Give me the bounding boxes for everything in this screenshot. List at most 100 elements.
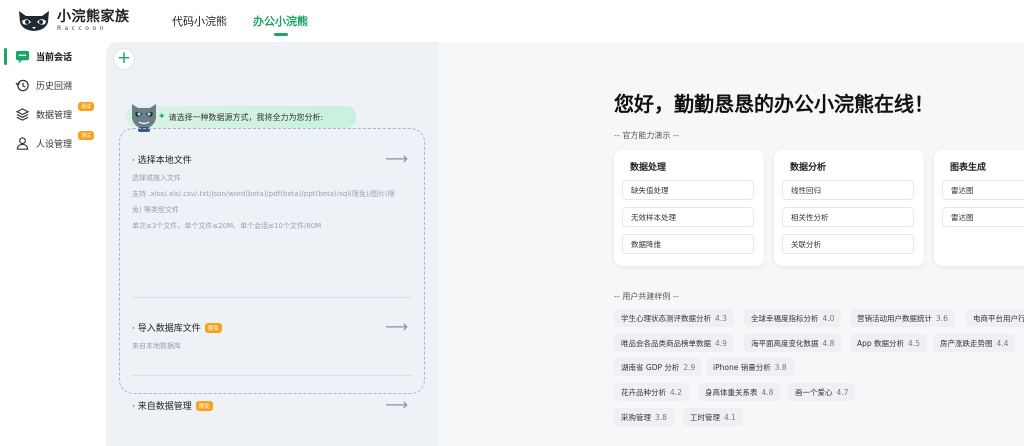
example-chip[interactable]: 唯品会各品类商品榜单数据 4.9: [614, 334, 734, 352]
example-chip[interactable]: 花卉品种分析 4.2: [614, 383, 689, 401]
option-title: · 导入数据库文件: [132, 324, 201, 334]
welcome-panel: 您好，勤勤恳恳的办公小浣熊在线！ -- 官方能力演示 -- 数据处理 缺失值处理…: [438, 42, 1024, 446]
layers-icon: [14, 107, 30, 123]
app-title: 小浣熊家族: [57, 9, 130, 25]
capability-item[interactable]: 雷达图: [942, 180, 1024, 200]
sidebar-item-data-management[interactable]: 数据管理 测试: [0, 100, 106, 129]
capability-item[interactable]: 数据降维: [622, 234, 754, 254]
option-desc-line: 支持 .xlsx/.xls/.csv/.txt/json/word(beta)/…: [132, 190, 395, 214]
arrow-right-icon: ⟶: [385, 395, 408, 414]
sidebar-item-label: 数据管理: [36, 111, 73, 121]
capability-item[interactable]: 关联分析: [782, 234, 914, 254]
example-score: 3.8: [655, 412, 667, 422]
example-label: 海平面高度变化数据: [751, 338, 819, 348]
example-label: 画一个爱心: [795, 387, 833, 397]
example-label: App 数据分析: [857, 338, 905, 348]
example-chip[interactable]: 全球幸福度指标分析 4.0: [744, 309, 842, 327]
example-label: 学生心理状态测评数据分析: [621, 313, 711, 323]
capability-card-chart-generation: 图表生成 雷达图 雷达图: [934, 150, 1024, 266]
arrow-right-icon: ⟶: [385, 317, 408, 336]
community-examples-label: -- 用户共建样例 --: [614, 292, 679, 301]
example-score: 4.4: [996, 338, 1009, 348]
option-data-management[interactable]: · 来自数据管理 限免 ⟶: [120, 395, 424, 414]
capability-item[interactable]: 相关性分析: [782, 207, 914, 227]
greeting-title: 您好，勤勤恳恳的办公小浣熊在线！: [614, 92, 934, 116]
capability-item[interactable]: 线性回归: [782, 180, 914, 200]
example-label: 花卉品种分析: [621, 387, 666, 397]
divider: [132, 375, 412, 376]
capability-item[interactable]: 缺失值处理: [622, 180, 754, 200]
capability-card-data-analysis: 数据分析 线性回归 相关性分析 关联分析: [774, 150, 924, 266]
capability-item[interactable]: 雷达图: [942, 207, 1024, 227]
example-chip[interactable]: iPhone 销量分析 3.8: [706, 358, 794, 376]
example-chip[interactable]: 采购管理 3.8: [614, 408, 674, 426]
example-score: 4.2: [670, 387, 682, 397]
app-logo[interactable]: 小浣熊家族 Raccoon: [16, 8, 146, 34]
datasource-options: · 选择本地文件 ⟶ 选择或拖入文件 支持 .xlsx/.xls/.csv/.t…: [119, 128, 425, 414]
capability-title: 数据处理: [630, 163, 667, 173]
capability-item[interactable]: 无效样本处理: [622, 207, 754, 227]
user-icon: [14, 136, 30, 152]
example-label: 采购管理: [621, 412, 651, 422]
option-desc-line: 单次≤3个文件，单个文件≤20M、单个会话≤10个文件/80M: [132, 222, 322, 230]
example-label: 身高体重关系表: [705, 387, 758, 397]
tab-office-raccoon[interactable]: 办公小浣熊: [253, 0, 308, 42]
example-score: 3.6: [936, 313, 948, 323]
free-badge: 限免: [204, 322, 222, 333]
example-chip[interactable]: App 数据分析 4.5: [850, 334, 927, 352]
example-chip[interactable]: 湖南省 GDP 分析 2.9: [614, 358, 703, 376]
example-label: iPhone 销量分析: [713, 362, 771, 372]
example-chip[interactable]: 工时管理 4.1: [683, 408, 743, 426]
tab-code-raccoon[interactable]: 代码小浣熊: [172, 0, 227, 42]
capability-title: 图表生成: [950, 163, 987, 173]
raccoon-logo-icon: [19, 11, 49, 31]
app-subtitle: Raccoon: [57, 25, 107, 32]
example-score: 4.8: [822, 338, 835, 348]
example-chip[interactable]: 学生心理状态测评数据分析 4.3: [614, 309, 734, 327]
example-score: 4.3: [715, 313, 727, 323]
example-chip[interactable]: 房产涨跌走势图 4.4: [933, 334, 1016, 352]
example-chip[interactable]: 身高体重关系表 4.8: [698, 383, 781, 401]
sidebar-item-persona-management[interactable]: 人设管理 测试: [0, 129, 106, 158]
option-title: · 选择本地文件: [132, 156, 192, 166]
example-score: 4.5: [908, 338, 920, 348]
example-label: 唯品会各品类商品榜单数据: [621, 338, 711, 348]
example-label: 电商平台用户行为: [973, 313, 1024, 323]
sidebar-item-label: 历史回溯: [36, 82, 73, 92]
chat-icon: [14, 49, 30, 65]
sidebar: 当前会话 历史回溯 数据管理 测试 人设管理 测试: [0, 42, 106, 446]
sidebar-item-history[interactable]: 历史回溯: [0, 71, 106, 100]
option-database-file[interactable]: · 导入数据库文件 限免 ⟶ 来自本地数据库: [120, 317, 424, 354]
option-local-file[interactable]: · 选择本地文件 ⟶ 选择或拖入文件 支持 .xlsx/.xls/.csv/.t…: [120, 149, 424, 234]
example-label: 湖南省 GDP 分析: [621, 362, 680, 372]
option-desc-line: 选择或拖入文件: [132, 174, 181, 182]
sidebar-item-label: 当前会话: [36, 53, 73, 63]
example-chip[interactable]: 电商平台用户行为: [966, 309, 1024, 327]
option-title: · 来自数据管理: [132, 402, 192, 412]
example-score: 4.9: [715, 338, 727, 348]
sidebar-item-label: 人设管理: [36, 140, 73, 150]
example-score: 4.8: [761, 387, 774, 397]
example-chip[interactable]: 营销活动用户数据统计 3.6: [850, 309, 955, 327]
new-session-button[interactable]: +: [113, 48, 135, 70]
arrow-right-icon: ⟶: [385, 149, 408, 168]
example-label: 全球幸福度指标分析: [751, 313, 819, 323]
example-chip[interactable]: 海平面高度变化数据 4.8: [744, 334, 842, 352]
example-label: 房产涨跌走势图: [940, 338, 993, 348]
free-badge: 限免: [195, 400, 213, 411]
divider: [132, 297, 412, 298]
beta-badge: 测试: [78, 131, 95, 140]
option-desc-line: 来自本地数据库: [132, 342, 181, 350]
example-label: 营销活动用户数据统计: [857, 313, 932, 323]
example-score: 4.0: [822, 313, 835, 323]
example-score: 4.7: [836, 387, 849, 397]
capability-title: 数据分析: [790, 163, 827, 173]
official-demo-label: -- 官方能力演示 --: [614, 131, 679, 140]
chat-panel: + ✦ 请选择一种数据源方式，我将全力为您分析: · 选择本地文件 ⟶ 选择或拖…: [106, 42, 438, 446]
history-icon: [14, 78, 30, 94]
example-chip[interactable]: 画一个爱心 4.7: [788, 383, 856, 401]
sidebar-item-current-session[interactable]: 当前会话: [0, 42, 106, 71]
example-score: 4.1: [724, 412, 736, 422]
example-label: 工时管理: [690, 412, 720, 422]
assistant-prompt-text: 请选择一种数据源方式，我将全力为您分析:: [168, 112, 324, 122]
